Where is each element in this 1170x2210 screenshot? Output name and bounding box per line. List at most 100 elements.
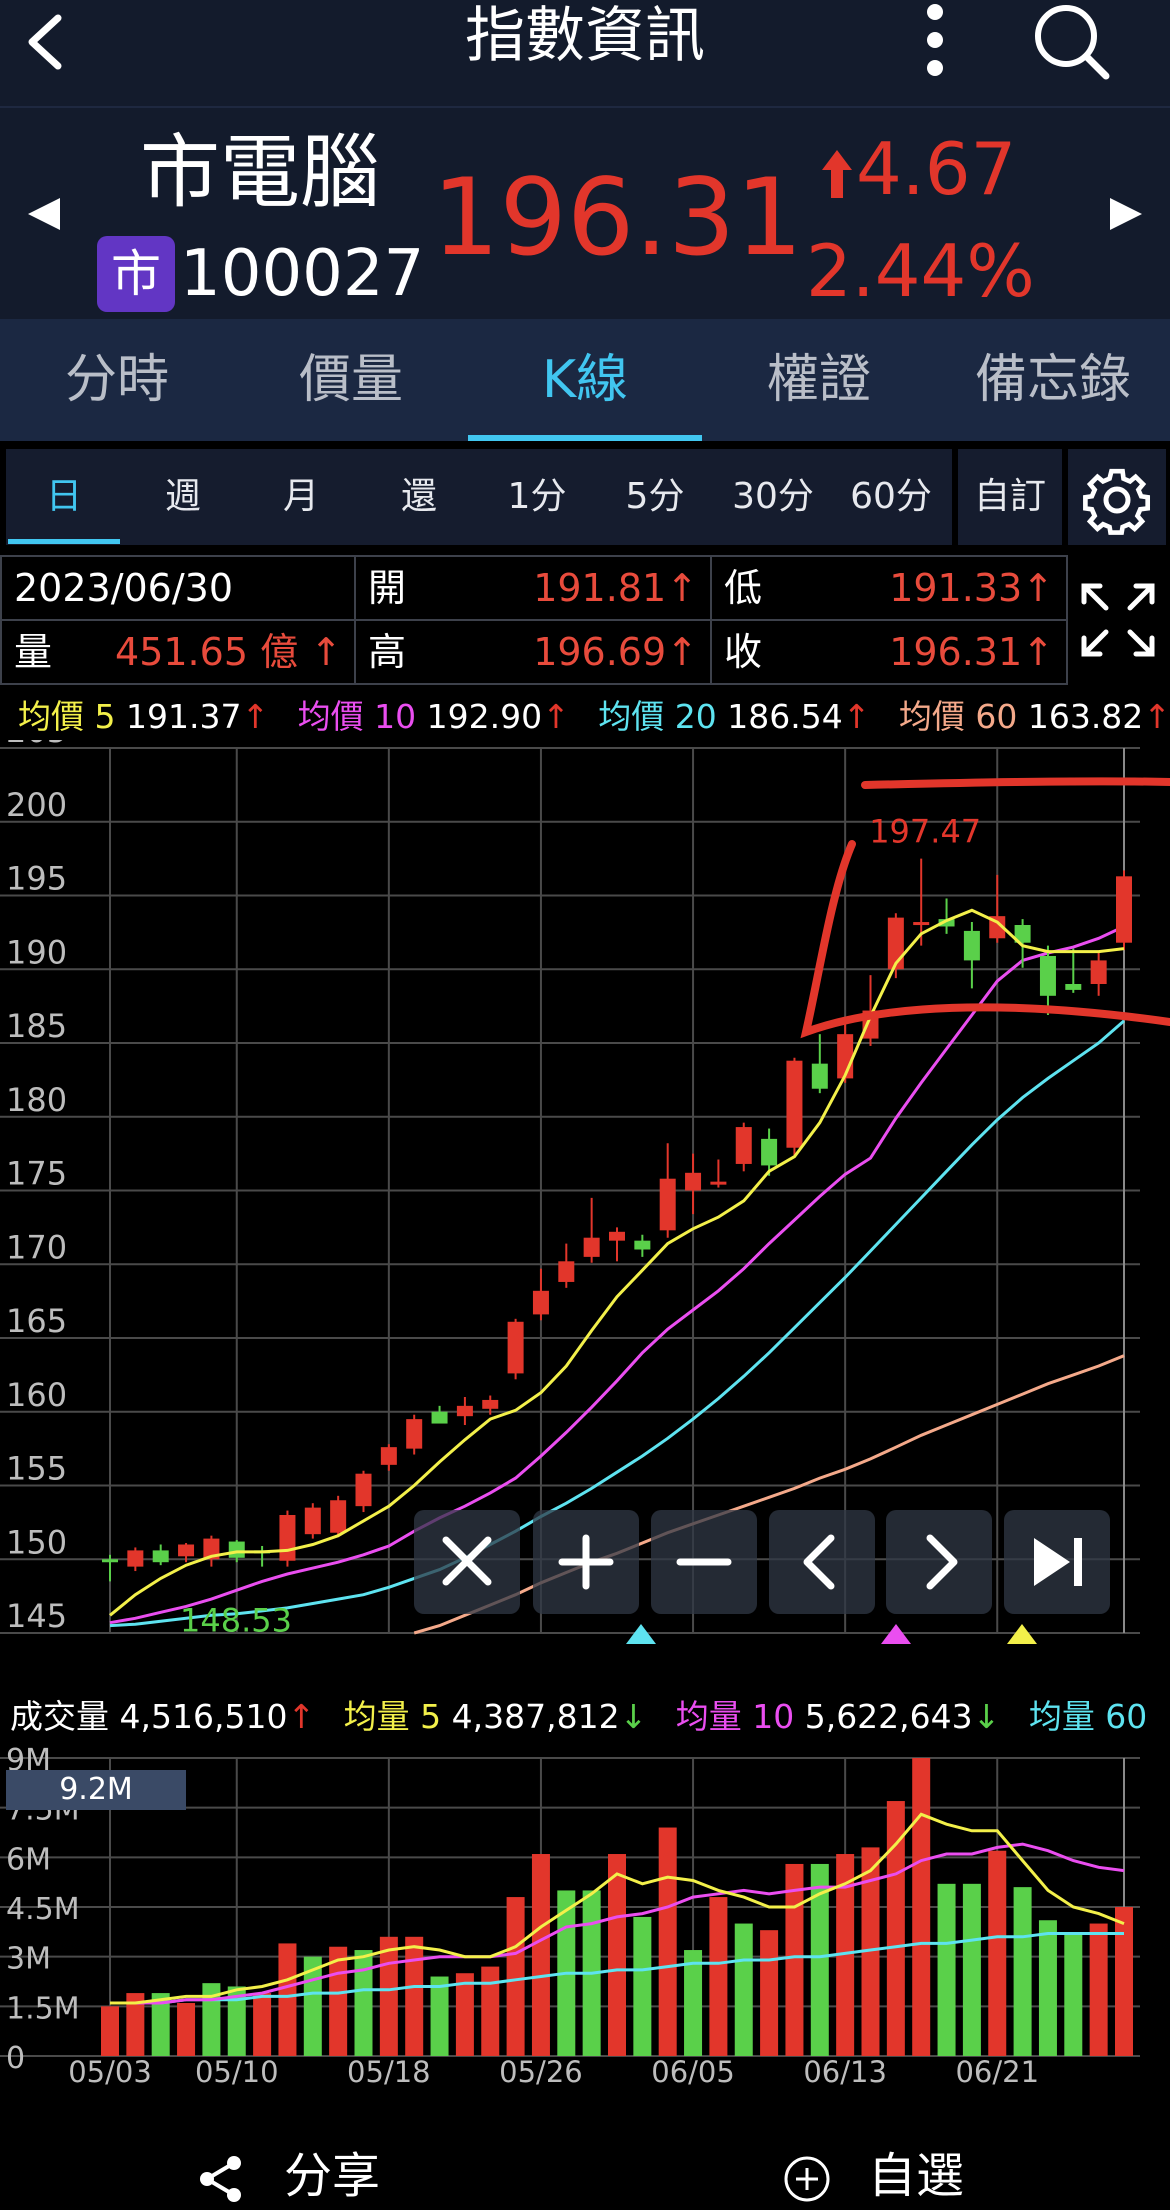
candle-body: [609, 1231, 625, 1241]
date-tick-label: 05/18: [347, 2055, 431, 2086]
volume-tick-label: 6M: [6, 1842, 51, 1877]
period-5min[interactable]: 5分: [596, 449, 714, 545]
candle-body: [482, 1399, 499, 1409]
candle-body: [583, 1237, 600, 1257]
volume-tick-label: 4.5M: [6, 1892, 80, 1927]
price-tick-label: 185: [6, 1007, 67, 1045]
period-30min[interactable]: 30分: [714, 449, 832, 545]
candle-body: [761, 1138, 778, 1166]
tab-time-sharing[interactable]: 分時: [0, 319, 234, 441]
ma5-arrow: ↑: [241, 697, 270, 736]
date-cell: 2023/06/30: [0, 555, 356, 621]
price-tick-label: 165: [6, 1302, 67, 1340]
candle-body: [558, 1261, 575, 1282]
tab-k-line[interactable]: K線: [468, 319, 702, 441]
volume-tick-label: 0: [6, 2041, 25, 2076]
open-cell: 開 191.81↑: [354, 555, 712, 621]
candle-body: [380, 1447, 397, 1465]
price-tick-label: 145: [6, 1597, 67, 1635]
date-tick-label: 05/10: [195, 2055, 279, 2086]
mv10-label: 均量 10: [675, 1697, 795, 1736]
volume-bar: [379, 1936, 398, 2056]
open-value: 191.81↑: [533, 566, 698, 610]
candle-body: [355, 1473, 372, 1507]
candle-body: [659, 1178, 676, 1231]
volume-chart[interactable]: 9M7.5M6M4.5M3M1.5M0 05/03 05/10 05/18 05/26…: [0, 1746, 1170, 2086]
volume-bar: [531, 1854, 550, 2056]
candle-body: [152, 1550, 169, 1563]
candle-body: [532, 1290, 549, 1315]
candle-body: [102, 1559, 118, 1563]
next-stock-icon[interactable]: [1106, 194, 1146, 234]
low-value: 191.33↑: [889, 566, 1054, 610]
index-price: 196.31: [432, 156, 803, 279]
add-favorite-icon[interactable]: [782, 2154, 832, 2204]
ma10-arrow: ↑: [542, 697, 570, 736]
volume-bar: [1115, 1907, 1133, 2056]
tab-warrants[interactable]: 權證: [702, 319, 936, 441]
low-price-annotation: 148.53: [180, 1601, 292, 1639]
share-button[interactable]: 分享: [284, 2146, 380, 2206]
date-tick-label: 06/21: [955, 2055, 1039, 2086]
volume-bar: [886, 1801, 905, 2056]
volume-bar: [455, 1973, 474, 2056]
settings-gear-icon[interactable]: [1080, 463, 1154, 537]
volume-bar: [962, 1883, 981, 2056]
candle-body: [127, 1550, 144, 1567]
tab-price-volume[interactable]: 價量: [234, 319, 468, 441]
skip-to-end-icon: [1034, 1538, 1082, 1586]
plus-icon: [558, 1534, 614, 1590]
volume-legend-label: 成交量: [10, 1697, 109, 1736]
open-label: 開: [368, 566, 407, 610]
stock-name: 市電腦: [140, 126, 380, 219]
period-month[interactable]: 月: [242, 449, 360, 545]
period-week[interactable]: 週: [124, 449, 242, 545]
candle-body: [811, 1063, 828, 1089]
volume-cursor-value: 9.2M: [59, 1772, 133, 1807]
close-value: 196.31↑: [889, 630, 1054, 674]
volume-bar: [177, 2003, 196, 2056]
more-menu-icon[interactable]: [918, 2, 952, 82]
stock-code: 100027: [180, 237, 425, 311]
volume-label: 量: [14, 630, 53, 674]
tab-memo[interactable]: 備忘錄: [936, 319, 1170, 441]
candle-body: [431, 1411, 448, 1424]
close-crosshair-button[interactable]: [414, 1510, 520, 1614]
period-day[interactable]: 日: [6, 449, 122, 545]
annotation-stroke-box: [800, 840, 1170, 1039]
period-60min[interactable]: 60分: [832, 449, 950, 545]
high-price-annotation: 197.47: [869, 813, 981, 851]
favorite-button[interactable]: 自選: [868, 2146, 964, 2206]
price-tick-label: 200: [6, 786, 67, 824]
scroll-left-button[interactable]: [769, 1510, 875, 1614]
period-selector: 日 週 月 還 1分 5分 30分 60分 自訂: [0, 441, 1170, 551]
volume-bar: [633, 1916, 652, 2056]
chevron-left-icon: [803, 1534, 835, 1590]
search-icon[interactable]: [1032, 2, 1112, 82]
mv5-label: 均量 5: [343, 1697, 442, 1736]
zoom-out-button[interactable]: [651, 1510, 757, 1614]
date-tick-label: 06/05: [651, 2055, 735, 2086]
price-tick-label: 205: [6, 740, 67, 750]
share-icon[interactable]: [196, 2154, 246, 2204]
ma20-label: 均價 20: [598, 697, 717, 736]
previous-stock-icon[interactable]: [24, 194, 64, 234]
price-tick-label: 180: [6, 1081, 67, 1119]
close-icon: [442, 1536, 492, 1586]
scroll-right-button[interactable]: [886, 1510, 992, 1614]
volume-bar: [734, 1923, 753, 2056]
period-adjusted[interactable]: 還: [360, 449, 478, 545]
market-badge: 市: [97, 236, 175, 312]
volume-cell: 量 451.65 億 ↑: [0, 619, 356, 685]
jump-latest-button[interactable]: [1004, 1510, 1110, 1614]
period-1min[interactable]: 1分: [478, 449, 596, 545]
mv10-arrow: ↓: [972, 1697, 1001, 1736]
ma10-label: 均價 10: [297, 697, 417, 736]
custom-period-button[interactable]: 自訂: [958, 449, 1062, 545]
fullscreen-icon[interactable]: [1080, 582, 1156, 658]
ma20-arrow: ↑: [842, 697, 871, 736]
volume-bar: [481, 1966, 500, 2056]
zoom-in-button[interactable]: [533, 1510, 639, 1614]
close-label: 收: [724, 630, 763, 674]
volume-bar: [684, 1950, 703, 2056]
